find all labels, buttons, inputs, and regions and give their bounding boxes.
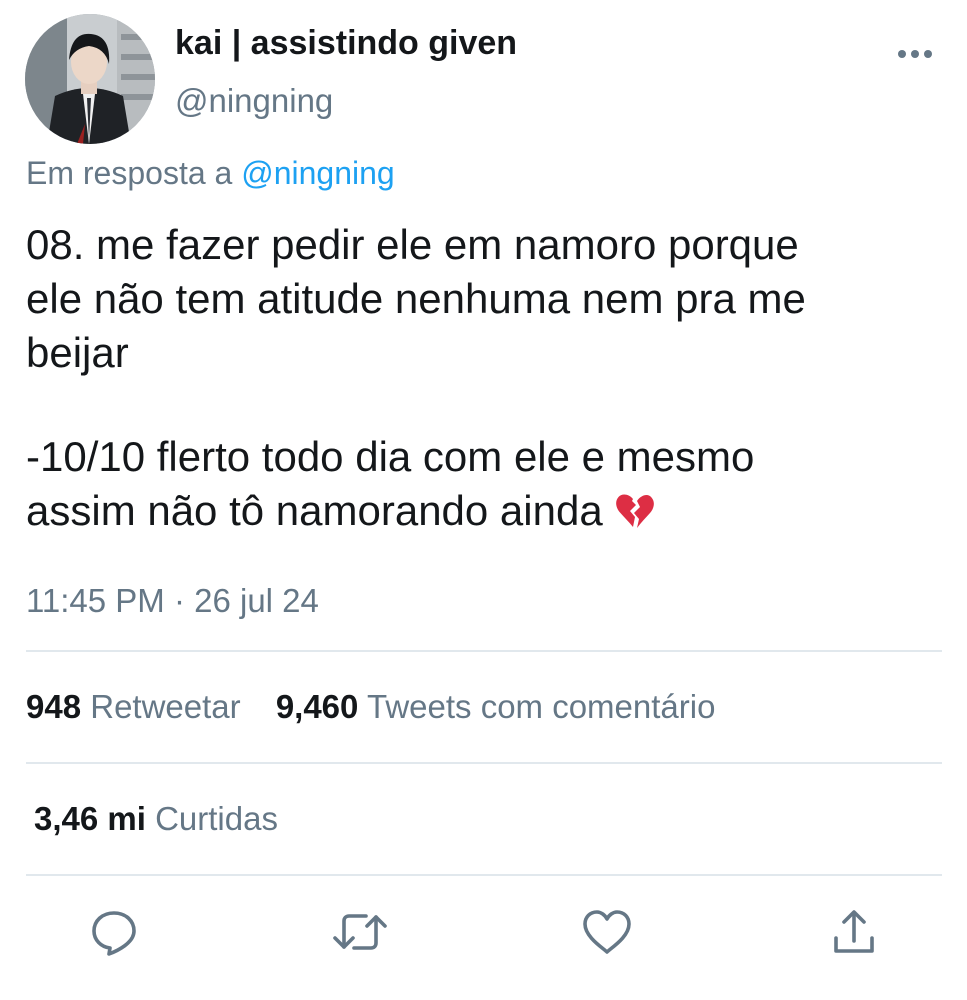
display-name[interactable]: kai | assistindo given — [175, 24, 517, 63]
share-icon — [829, 907, 879, 962]
avatar-photo — [25, 14, 155, 144]
reply-context: Em resposta a @ningning — [26, 155, 395, 192]
user-handle[interactable]: @ningning — [175, 82, 333, 120]
likes-count[interactable]: 3,46 mi — [34, 800, 146, 837]
tweet-line: -10/10 flerto todo dia com ele e mesmo — [26, 433, 755, 480]
tweet-text: 08. me fazer pedir ele em namoro porque … — [26, 218, 941, 544]
reply-mention-link[interactable]: @ningning — [241, 155, 394, 191]
retweets-label[interactable]: Retweetar — [90, 688, 240, 725]
retweet-button[interactable] — [332, 906, 388, 962]
tweet-paragraph: -10/10 flerto todo dia com ele e mesmo a… — [26, 430, 941, 544]
divider — [26, 650, 942, 652]
retweets-count[interactable]: 948 — [26, 688, 81, 725]
tweet-line: ele não tem atitude nenhuma nem pra me — [26, 275, 806, 322]
avatar[interactable] — [25, 14, 155, 144]
likes-label[interactable]: Curtidas — [155, 800, 278, 837]
more-icon — [897, 46, 933, 64]
quotes-count[interactable]: 9,460 — [276, 688, 359, 725]
like-button[interactable] — [579, 906, 635, 962]
tweet-paragraph: 08. me fazer pedir ele em namoro porque … — [26, 218, 941, 380]
divider — [26, 762, 942, 764]
divider — [26, 874, 942, 876]
likes-stats: 3,46 mi Curtidas — [34, 800, 278, 838]
tweet-timestamp[interactable]: 11:45 PM · 26 jul 24 — [26, 582, 319, 620]
quotes-label[interactable]: Tweets com comentário — [367, 688, 715, 725]
reply-icon — [89, 907, 139, 962]
tweet-line: 08. me fazer pedir ele em namoro porque — [26, 221, 799, 268]
reply-prefix: Em resposta a — [26, 155, 233, 191]
tweet-line: beijar — [26, 329, 129, 376]
tweet: kai | assistindo given @ningning Em resp… — [0, 0, 967, 1000]
share-button[interactable] — [826, 906, 882, 962]
broken-heart-icon — [615, 490, 655, 544]
retweet-icon — [332, 907, 388, 962]
retweet-stats: 948 Retweetar 9,460 Tweets com comentári… — [26, 688, 715, 726]
like-icon — [581, 908, 633, 961]
reply-button[interactable] — [86, 906, 142, 962]
tweet-line: assim não tô namorando ainda — [26, 487, 603, 534]
more-options-button[interactable] — [893, 40, 937, 70]
